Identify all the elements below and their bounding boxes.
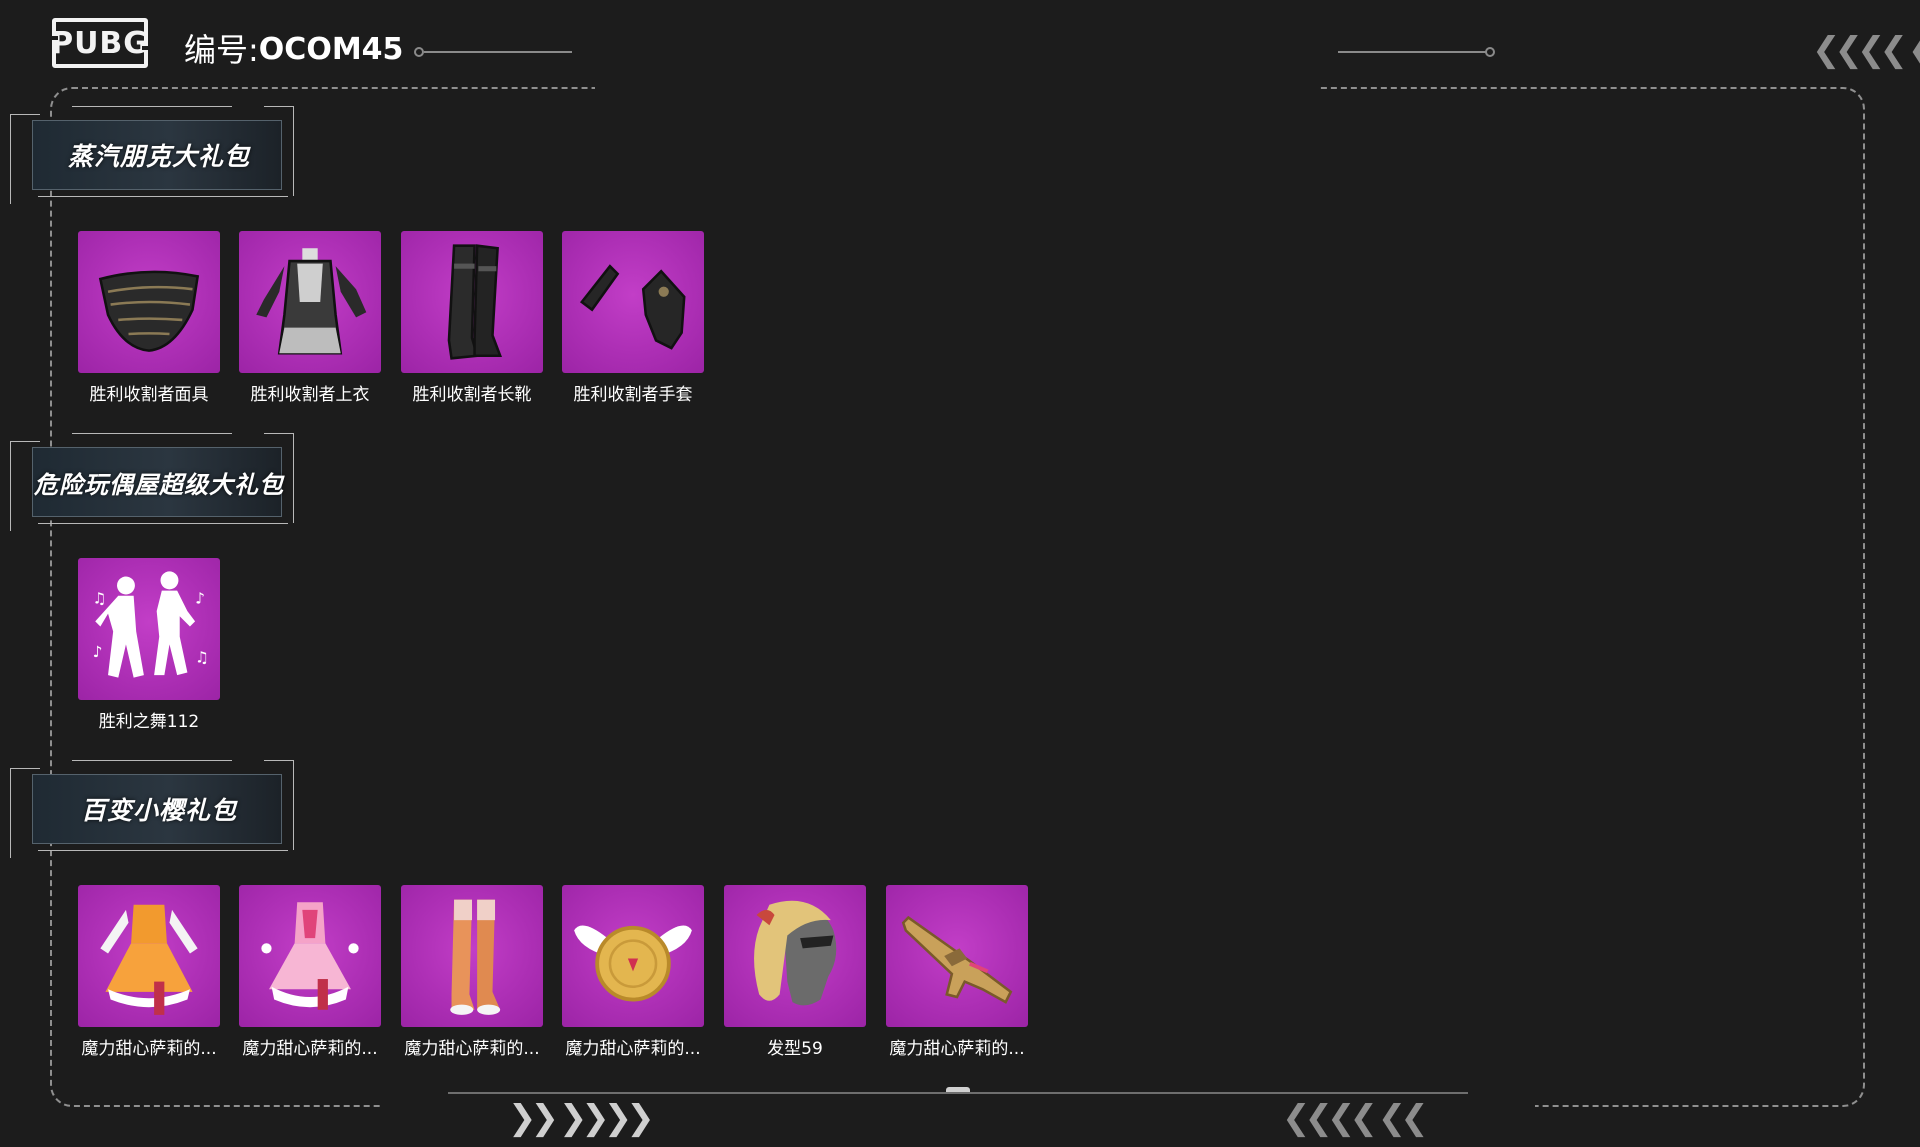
section-header-dollhouse: 危险玩偶屋超级大礼包 [2, 427, 302, 537]
item-label: 魔力甜心萨莉的... [81, 1039, 217, 1059]
item-dance-emote[interactable]: ♫ ♪ ♪ ♫ 胜利之舞112 [78, 558, 220, 732]
frame-top-gap [595, 80, 1317, 94]
logo-text: PUBG [51, 25, 149, 61]
winged-backpack-icon [574, 925, 692, 1002]
item-stockings[interactable]: 魔力甜心萨莉的... [401, 885, 543, 1059]
item-gloves[interactable]: 胜利收割者手套 [562, 231, 704, 405]
code-value: OCOM45 [258, 32, 404, 67]
header-line-dot-right [1485, 47, 1495, 57]
header-line-dot-left [414, 47, 424, 57]
item-tile[interactable] [401, 231, 543, 373]
item-tile[interactable] [562, 885, 704, 1027]
item-label: 发型59 [767, 1039, 823, 1059]
item-boots[interactable]: 胜利收割者长靴 [401, 231, 543, 405]
dress-pink-icon [261, 902, 359, 1010]
item-tile[interactable]: ♫ ♪ ♪ ♫ [78, 558, 220, 700]
item-label: 魔力甜心萨莉的... [242, 1039, 378, 1059]
section-header-sakura: 百变小樱礼包 [2, 754, 302, 864]
item-label: 胜利之舞112 [98, 712, 200, 732]
bracket [72, 106, 232, 107]
item-code: 编号: OCOM45 [184, 28, 403, 72]
bracket [38, 523, 288, 524]
section-title: 危险玩偶屋超级大礼包 [34, 470, 284, 499]
item-tile[interactable] [78, 885, 220, 1027]
item-label: 魔力甜心萨莉的... [404, 1039, 540, 1059]
rifle-icon [901, 915, 1013, 1004]
armor-top-icon [256, 248, 367, 355]
mask-icon [98, 270, 200, 352]
svg-text:♫: ♫ [195, 648, 209, 666]
item-tile[interactable] [78, 231, 220, 373]
svg-text:♫: ♫ [93, 589, 107, 607]
item-tile[interactable] [239, 885, 381, 1027]
bracket [72, 433, 232, 434]
svg-text:♪: ♪ [93, 643, 103, 661]
section-header-steampunk: 蒸汽朋克大礼包 [2, 100, 302, 210]
bottom-left-chevrons-icon: ❯❯ ❯❯❯❯ [508, 1098, 655, 1138]
item-dress-pink[interactable]: 魔力甜心萨莉的... [239, 885, 381, 1059]
svg-text:♪: ♪ [195, 589, 205, 607]
item-rifle[interactable]: 魔力甜心萨莉的... [886, 885, 1028, 1059]
item-mask[interactable]: 胜利收割者面具 [78, 231, 220, 405]
item-label: 魔力甜心萨莉的... [889, 1039, 1025, 1059]
section-title: 百变小樱礼包 [80, 796, 237, 825]
item-label: 胜利收割者长靴 [412, 385, 532, 405]
bottom-right-chevrons-icon: ❮❮❮❮ ❮❮ [1282, 1098, 1429, 1138]
scrollbar-track[interactable] [448, 1092, 1468, 1094]
dress-orange-icon [100, 904, 198, 1015]
bracket [38, 850, 288, 851]
hairstyle-icon [754, 900, 837, 1006]
item-tile[interactable] [886, 885, 1028, 1027]
item-hairstyle[interactable]: 发型59 [724, 885, 866, 1059]
item-tile[interactable] [562, 231, 704, 373]
item-dress-orange[interactable]: 魔力甜心萨莉的... [78, 885, 220, 1059]
item-tile[interactable] [401, 885, 543, 1027]
header-line-right [1338, 51, 1488, 53]
item-winged-backpack[interactable]: 魔力甜心萨莉的... [562, 885, 704, 1059]
header-chevrons-icon: ❮❮❮❮ ❮ [1812, 30, 1920, 70]
item-tile[interactable] [239, 231, 381, 373]
bracket [72, 760, 232, 761]
stockings-icon [450, 899, 501, 1015]
header-line-left [424, 51, 572, 53]
pubg-logo: PUBG [51, 18, 149, 68]
code-label: 编号: [184, 31, 259, 69]
item-label: 胜利收割者手套 [573, 385, 693, 405]
item-label: 魔力甜心萨莉的... [565, 1039, 701, 1059]
gloves-icon [579, 264, 686, 350]
section-title: 蒸汽朋克大礼包 [67, 142, 250, 171]
item-label: 胜利收割者上衣 [250, 385, 370, 405]
dance-emote-icon: ♫ ♪ ♪ ♫ [93, 571, 209, 678]
bracket [38, 196, 288, 197]
item-tile[interactable] [724, 885, 866, 1027]
item-armor-top[interactable]: 胜利收割者上衣 [239, 231, 381, 405]
scrollbar-thumb[interactable] [946, 1087, 970, 1092]
boots-icon [447, 244, 503, 360]
item-label: 胜利收割者面具 [89, 385, 209, 405]
